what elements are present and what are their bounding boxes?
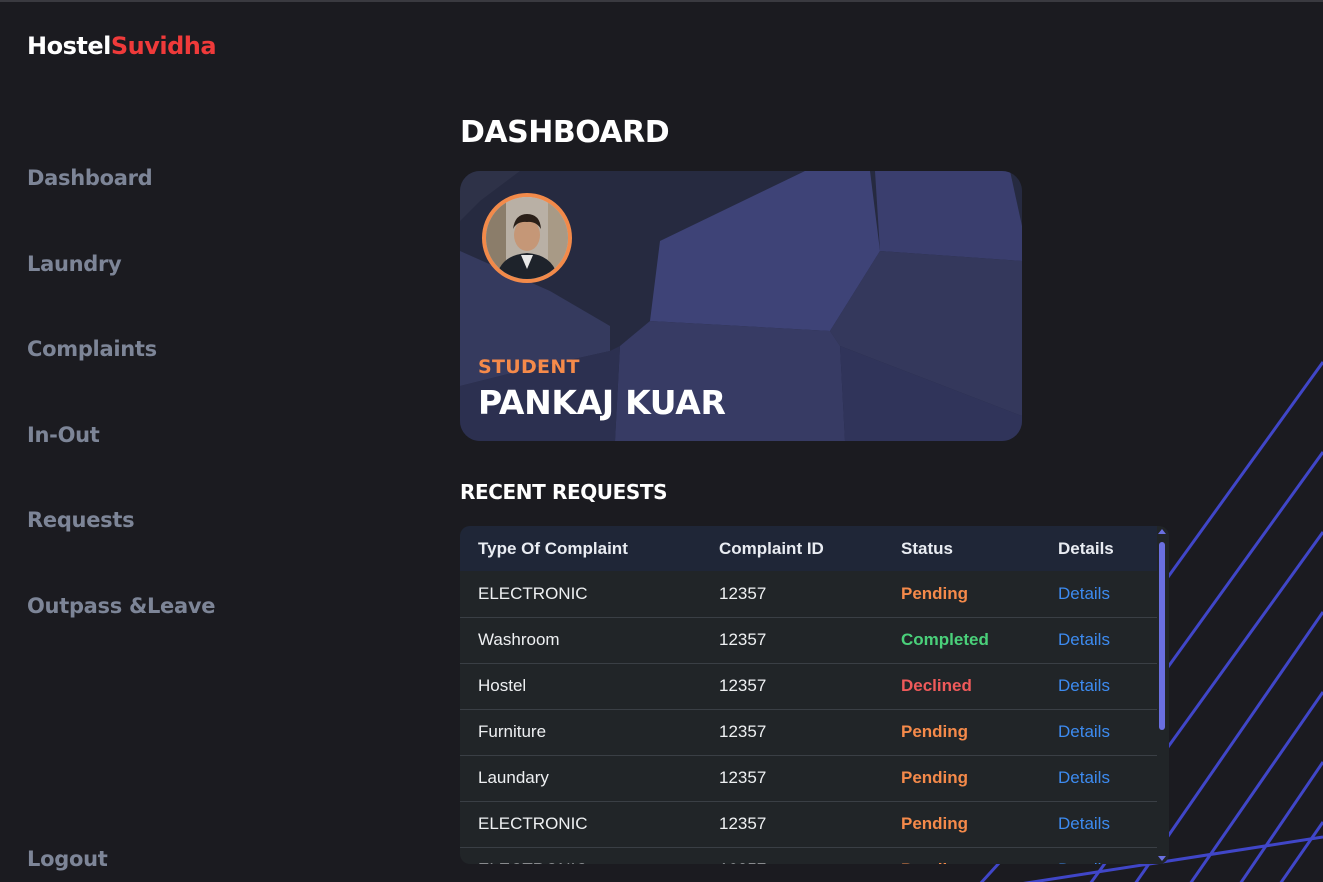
details-link[interactable]: Details: [1040, 755, 1157, 801]
details-link[interactable]: Details: [1040, 709, 1157, 755]
table-scrollbar[interactable]: [1157, 526, 1167, 864]
status-badge: Pending: [901, 768, 969, 787]
sidebar-item-laundry[interactable]: Laundry: [27, 252, 122, 276]
details-link[interactable]: Details: [1040, 663, 1157, 709]
status-badge: Declined: [901, 676, 972, 695]
status-badge: Completed: [901, 630, 989, 649]
table-row: ELECTRONIC 12357 Pending Details: [460, 571, 1157, 617]
table-row: Furniture 12357 Pending Details: [460, 709, 1157, 755]
sidebar-item-in-out[interactable]: In-Out: [27, 423, 100, 447]
recent-requests-title: RECENT REQUESTS: [460, 480, 668, 504]
profile-card: STUDENT PANKAJ KUAR: [460, 171, 1022, 441]
cell-id: 12357: [719, 814, 767, 833]
sidebar-item-dashboard[interactable]: Dashboard: [27, 166, 153, 190]
cell-type: Furniture: [478, 722, 547, 741]
details-link[interactable]: Details: [1040, 617, 1157, 663]
column-header-status: Status: [901, 538, 953, 558]
sidebar-item-requests[interactable]: Requests: [27, 508, 135, 532]
details-link[interactable]: Details: [1040, 571, 1157, 617]
cell-id: 12357: [701, 847, 883, 864]
cell-type: Laundary: [478, 768, 549, 787]
cell-id: 12357: [719, 583, 767, 603]
sidebar-item-complaints[interactable]: Complaints: [27, 337, 157, 361]
user-role: STUDENT: [478, 356, 580, 378]
status-badge: Pending: [901, 583, 969, 603]
avatar: [482, 193, 572, 283]
status-badge: Pending: [901, 722, 969, 741]
table-row: ELECTRONIC 12357 Pending Details: [460, 801, 1157, 847]
cell-type: ELECTRONIC: [478, 814, 588, 833]
user-name: PANKAJ KUAR: [478, 383, 726, 422]
page-title: DASHBOARD: [460, 115, 670, 150]
table-row: Laundary 12357 Pending Details: [460, 755, 1157, 801]
logout-button[interactable]: Logout: [27, 847, 108, 871]
column-header-details: Details: [1058, 538, 1114, 558]
logo-part-hostel: Hostel: [27, 32, 111, 60]
cell-id: 12357: [719, 630, 767, 649]
logo-part-suvidha: Suvidha: [110, 32, 217, 60]
cell-type: Washroom: [478, 630, 560, 649]
cell-id: 12357: [719, 768, 767, 787]
table-row: ELECTRONIC 12357 Pending Details: [460, 847, 1157, 864]
sidebar-item-outpass-leave[interactable]: Outpass &Leave: [27, 594, 216, 618]
column-header-id: Complaint ID: [719, 538, 824, 558]
status-badge: Pending: [883, 847, 1040, 864]
scroll-thumb[interactable]: [1159, 542, 1165, 730]
app-logo[interactable]: HostelSuvidha: [27, 32, 217, 60]
details-link[interactable]: Details: [1040, 801, 1157, 847]
cell-id: 12357: [719, 722, 767, 741]
table-header-row: Type Of Complaint Complaint ID Status De…: [460, 526, 1157, 571]
details-link[interactable]: Details: [1040, 847, 1157, 864]
table-row: Washroom 12357 Completed Details: [460, 617, 1157, 663]
scroll-up-arrow-icon[interactable]: [1158, 529, 1166, 534]
scroll-down-arrow-icon[interactable]: [1158, 856, 1166, 861]
cell-id: 12357: [719, 676, 767, 695]
cell-type: ELECTRONIC: [460, 847, 701, 864]
user-photo-icon: [486, 197, 568, 279]
cell-type: Hostel: [478, 676, 527, 695]
cell-type: ELECTRONIC: [478, 583, 588, 603]
recent-requests-table: Type Of Complaint Complaint ID Status De…: [460, 526, 1169, 864]
column-header-type: Type Of Complaint: [478, 538, 628, 558]
table-row: Hostel 12357 Declined Details: [460, 663, 1157, 709]
status-badge: Pending: [901, 814, 969, 833]
